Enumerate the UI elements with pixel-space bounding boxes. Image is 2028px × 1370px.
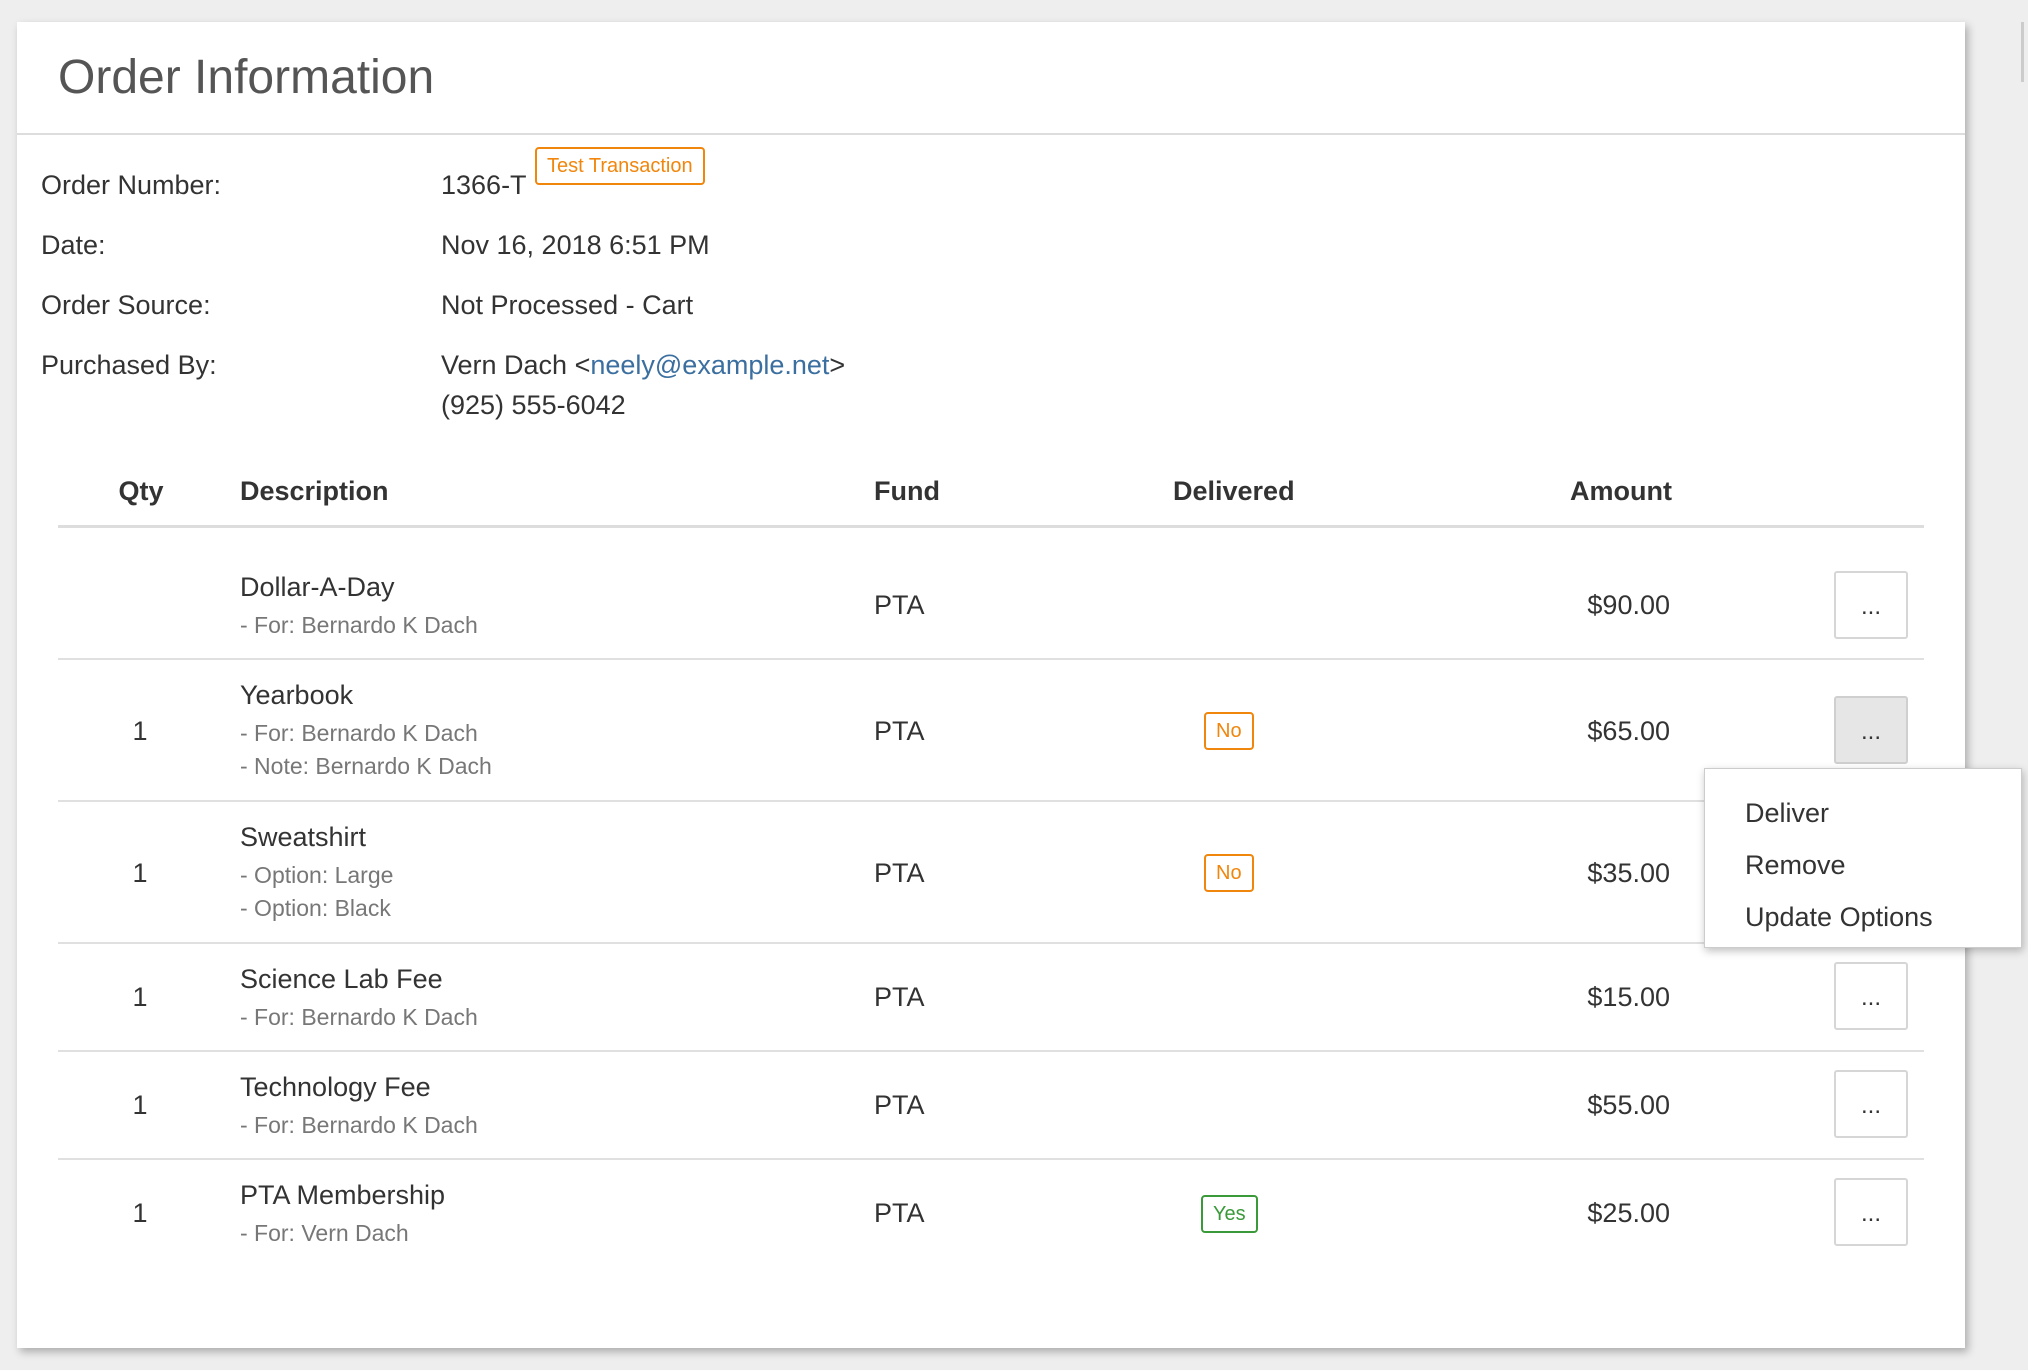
row-3-sub-1: - Option: Large <box>240 862 394 888</box>
row-4-description: Science Lab Fee - For: Bernardo K Dach <box>240 964 478 1034</box>
row-5-sub-1: - For: Bernardo K Dach <box>240 1112 478 1138</box>
date-label: Date: <box>41 230 106 260</box>
row-actions-dropdown: Deliver Remove Update Options <box>1704 768 2022 948</box>
row-1-description: Dollar-A-Day - For: Bernardo K Dach <box>240 572 478 642</box>
column-header-fund: Fund <box>874 476 940 506</box>
row-6-title: PTA Membership <box>240 1180 446 1210</box>
page-title: Order Information <box>58 51 435 104</box>
row-2-delivered-badge: No <box>1204 712 1254 750</box>
column-header-qty: Qty <box>118 476 164 506</box>
row-4-more-button[interactable]: ... <box>1834 962 1908 1030</box>
row-2-description: Yearbook - For: Bernardo K Dach - Note: … <box>240 680 492 784</box>
order-source-value: Not Processed - Cart <box>441 290 694 320</box>
row-6-amount: $25.00 <box>1587 1198 1670 1228</box>
column-header-description: Description <box>240 476 389 506</box>
row-4-title: Science Lab Fee <box>240 964 443 994</box>
row-6-delivered-badge: Yes <box>1201 1195 1258 1233</box>
row-5-description: Technology Fee - For: Bernardo K Dach <box>240 1072 478 1142</box>
row-3-qty: 1 <box>132 858 148 888</box>
row-3-delivered-badge: No <box>1204 854 1254 892</box>
row-4-sub-1: - For: Bernardo K Dach <box>240 1004 478 1030</box>
row-5-amount: $55.00 <box>1587 1090 1670 1120</box>
row-1-more-button[interactable]: ... <box>1834 571 1908 639</box>
row-5-fund: PTA <box>874 1090 925 1120</box>
row-divider <box>58 1158 1924 1160</box>
row-2-qty: 1 <box>132 716 148 746</box>
row-4-fund: PTA <box>874 982 925 1012</box>
column-header-delivered: Delivered <box>1173 476 1295 506</box>
order-source-label: Order Source: <box>41 290 211 320</box>
row-4-qty: 1 <box>132 982 148 1012</box>
row-3-description: Sweatshirt - Option: Large - Option: Bla… <box>240 822 393 926</box>
row-2-title: Yearbook <box>240 680 354 710</box>
row-6-sub-1: - For: Vern Dach <box>240 1220 409 1246</box>
row-1-amount: $90.00 <box>1587 590 1670 620</box>
menu-item-deliver[interactable]: Deliver <box>1705 787 2021 839</box>
purchaser-name: Vern Dach <neely@example.net> <box>441 350 845 381</box>
row-2-sub-1: - For: Bernardo K Dach <box>240 720 478 746</box>
order-number-value: 1366-T <box>441 170 527 200</box>
row-3-fund: PTA <box>874 858 925 888</box>
row-4-amount: $15.00 <box>1587 982 1670 1012</box>
row-2-fund: PTA <box>874 716 925 746</box>
row-3-sub-2: - Option: Black <box>240 895 391 922</box>
purchased-by-label: Purchased By: <box>41 350 217 380</box>
column-header-amount: Amount <box>1570 476 1672 506</box>
purchaser-name-text: Vern Dach < <box>441 350 591 380</box>
title-divider <box>17 133 1965 135</box>
row-divider <box>58 658 1924 660</box>
row-5-qty: 1 <box>132 1090 148 1120</box>
row-5-more-button[interactable]: ... <box>1834 1070 1908 1138</box>
row-divider <box>58 942 1924 944</box>
row-3-amount: $35.00 <box>1587 858 1670 888</box>
menu-item-remove[interactable]: Remove <box>1705 839 2021 891</box>
row-6-description: PTA Membership - For: Vern Dach <box>240 1180 445 1250</box>
row-divider <box>58 1050 1924 1052</box>
row-6-qty: 1 <box>132 1198 148 1228</box>
row-5-title: Technology Fee <box>240 1072 431 1102</box>
row-6-fund: PTA <box>874 1198 925 1228</box>
row-1-fund: PTA <box>874 590 925 620</box>
purchaser-email-close: > <box>829 350 846 380</box>
menu-item-update-options[interactable]: Update Options <box>1705 891 2021 943</box>
row-1-title: Dollar-A-Day <box>240 572 395 602</box>
test-transaction-badge: Test Transaction <box>535 147 705 185</box>
row-2-more-button[interactable]: ... <box>1834 696 1908 764</box>
row-2-sub-2: - Note: Bernardo K Dach <box>240 753 492 780</box>
purchaser-email-link[interactable]: neely@example.net <box>590 350 829 380</box>
row-3-title: Sweatshirt <box>240 822 367 852</box>
purchaser-phone: (925) 555-6042 <box>441 390 626 420</box>
scrollbar-edge <box>2021 22 2024 82</box>
date-value: Nov 16, 2018 6:51 PM <box>441 230 710 260</box>
row-6-more-button[interactable]: ... <box>1834 1178 1908 1246</box>
row-1-sub-1: - For: Bernardo K Dach <box>240 612 478 638</box>
row-divider <box>58 800 1924 802</box>
order-number-label: Order Number: <box>41 170 222 200</box>
table-header-divider <box>58 525 1924 528</box>
row-2-amount: $65.00 <box>1587 716 1670 746</box>
